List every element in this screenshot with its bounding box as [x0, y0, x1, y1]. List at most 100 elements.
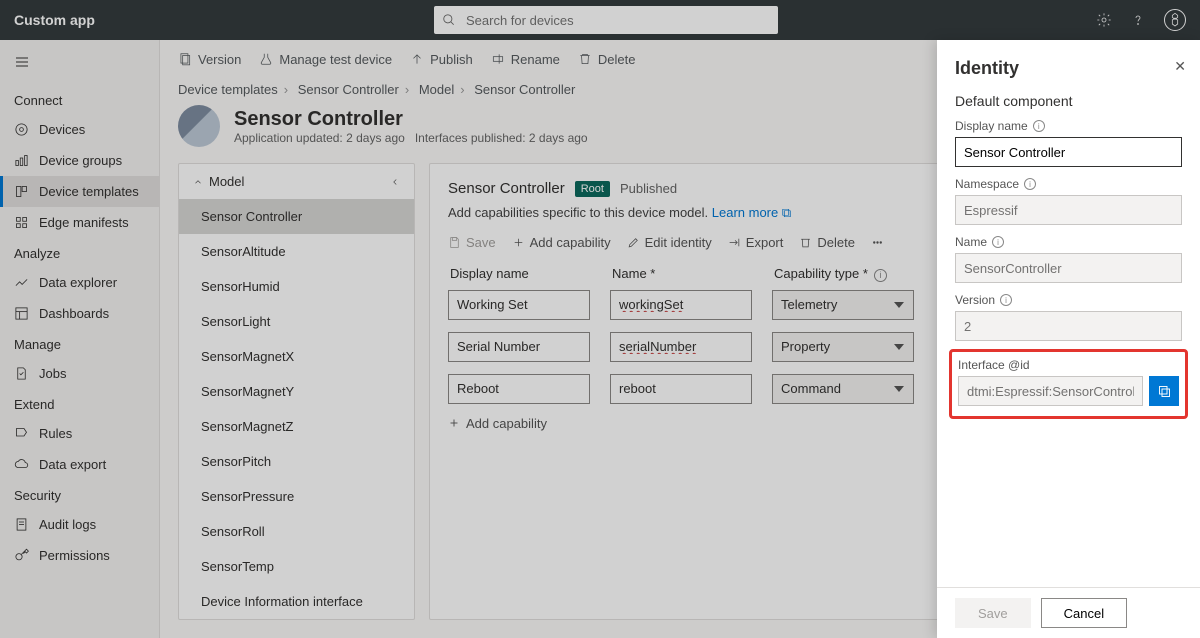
- version-button[interactable]: Version: [178, 52, 241, 67]
- crumb-templates[interactable]: Device templates: [178, 82, 278, 97]
- topbar-actions: [1096, 9, 1186, 31]
- edit-identity-button[interactable]: Edit identity: [627, 235, 712, 250]
- interfaces-label: Interfaces published: 2 days ago: [415, 131, 588, 145]
- nav-data-explorer[interactable]: Data explorer: [0, 267, 159, 298]
- rename-button[interactable]: Rename: [491, 52, 560, 67]
- learn-more-link[interactable]: Learn more ⧉: [712, 205, 791, 220]
- model-row[interactable]: SensorRoll: [179, 514, 414, 549]
- model-row[interactable]: SensorMagnetX: [179, 339, 414, 374]
- export-button[interactable]: Export: [728, 235, 784, 250]
- menu-toggle[interactable]: [0, 48, 159, 79]
- display-input[interactable]: [448, 374, 590, 404]
- col-type: Capability type *i: [774, 266, 916, 282]
- nav-header-extend: Extend: [0, 389, 159, 418]
- app-title: Custom app: [14, 12, 95, 28]
- name-input[interactable]: [610, 332, 752, 362]
- save-button[interactable]: Save: [448, 235, 496, 250]
- flyout-footer: Save Cancel: [937, 587, 1200, 638]
- interface-id-input: [958, 376, 1143, 406]
- add-capability-button[interactable]: Add capability: [512, 235, 611, 250]
- highlight-box: Interface @id: [949, 349, 1188, 419]
- nav-jobs[interactable]: Jobs: [0, 358, 159, 389]
- model-row[interactable]: Sensor Controller: [179, 199, 414, 234]
- nav-edge-manifests[interactable]: Edge manifests: [0, 207, 159, 238]
- left-nav: Connect Devices Device groups Device tem…: [0, 40, 160, 638]
- info-icon[interactable]: i: [874, 269, 887, 282]
- crumb-leaf: Sensor Controller: [474, 82, 575, 97]
- flyout-subtitle: Default component: [955, 93, 1182, 109]
- info-icon[interactable]: i: [1024, 178, 1036, 190]
- model-row[interactable]: SensorMagnetY: [179, 374, 414, 409]
- model-row[interactable]: SensorPitch: [179, 444, 414, 479]
- model-header: Model: [209, 174, 244, 189]
- page-title: Sensor Controller: [234, 108, 588, 131]
- model-row[interactable]: SensorAltitude: [179, 234, 414, 269]
- nav-audit-logs[interactable]: Audit logs: [0, 509, 159, 540]
- model-row[interactable]: Device Information interface: [179, 584, 414, 619]
- namespace-input: [955, 195, 1182, 225]
- crumb-sensor[interactable]: Sensor Controller: [298, 82, 399, 97]
- nav-header-security: Security: [0, 480, 159, 509]
- display-name-input[interactable]: [955, 137, 1182, 167]
- info-icon[interactable]: i: [992, 236, 1004, 248]
- flyout-title: Identity: [955, 58, 1182, 79]
- search-input[interactable]: [464, 12, 770, 29]
- model-row[interactable]: SensorTemp: [179, 549, 414, 584]
- id-label: Interface @id: [958, 358, 1030, 372]
- search-icon: [442, 13, 456, 27]
- cap-delete-button[interactable]: Delete: [799, 235, 855, 250]
- account-icon[interactable]: [1164, 9, 1186, 31]
- nav-header-analyze: Analyze: [0, 238, 159, 267]
- component-name: Sensor Controller: [448, 180, 565, 197]
- model-panel: Model Sensor Controller SensorAltitude S…: [178, 163, 415, 620]
- crumb-model[interactable]: Model: [419, 82, 454, 97]
- copy-icon: [1157, 384, 1172, 399]
- type-select[interactable]: Command: [772, 374, 914, 404]
- name-input: [955, 253, 1182, 283]
- gear-icon[interactable]: [1096, 12, 1112, 28]
- save-button[interactable]: Save: [955, 598, 1031, 628]
- nav-device-groups[interactable]: Device groups: [0, 145, 159, 176]
- name-input[interactable]: [610, 374, 752, 404]
- nav-devices[interactable]: Devices: [0, 114, 159, 145]
- version-input: [955, 311, 1182, 341]
- nav-device-templates[interactable]: Device templates: [0, 176, 159, 207]
- model-list: Sensor Controller SensorAltitude SensorH…: [179, 199, 414, 619]
- help-icon[interactable]: [1130, 12, 1146, 28]
- publish-button[interactable]: Publish: [410, 52, 473, 67]
- nav-header-connect: Connect: [0, 85, 159, 114]
- model-row[interactable]: SensorPressure: [179, 479, 414, 514]
- display-label: Display name: [955, 119, 1028, 133]
- cancel-button[interactable]: Cancel: [1041, 598, 1127, 628]
- name-label: Name: [955, 235, 987, 249]
- model-row[interactable]: SensorLight: [179, 304, 414, 339]
- model-row[interactable]: SensorMagnetZ: [179, 409, 414, 444]
- nav-header-manage: Manage: [0, 329, 159, 358]
- more-button[interactable]: [871, 236, 884, 249]
- identity-flyout: Identity ✕ Default component Display nam…: [937, 40, 1200, 638]
- type-select[interactable]: Telemetry: [772, 290, 914, 320]
- search-box[interactable]: [434, 6, 778, 34]
- info-icon[interactable]: i: [1000, 294, 1012, 306]
- model-row[interactable]: SensorHumid: [179, 269, 414, 304]
- close-icon[interactable]: ✕: [1174, 58, 1186, 75]
- chevron-up-icon[interactable]: [193, 177, 203, 187]
- ns-label: Namespace: [955, 177, 1019, 191]
- copy-button[interactable]: [1149, 376, 1179, 406]
- nav-permissions[interactable]: Permissions: [0, 540, 159, 571]
- delete-button[interactable]: Delete: [578, 52, 636, 67]
- info-icon[interactable]: i: [1033, 120, 1045, 132]
- display-input[interactable]: [448, 332, 590, 362]
- updated-label: Application updated: 2 days ago: [234, 131, 405, 145]
- col-name: Name *: [612, 266, 774, 282]
- top-bar: Custom app: [0, 0, 1200, 40]
- type-select[interactable]: Property: [772, 332, 914, 362]
- name-input[interactable]: [610, 290, 752, 320]
- nav-rules[interactable]: Rules: [0, 418, 159, 449]
- manage-test-button[interactable]: Manage test device: [259, 52, 392, 67]
- chevron-left-icon[interactable]: [390, 177, 400, 187]
- nav-dashboards[interactable]: Dashboards: [0, 298, 159, 329]
- nav-data-export[interactable]: Data export: [0, 449, 159, 480]
- display-input[interactable]: [448, 290, 590, 320]
- col-display: Display name: [450, 266, 612, 282]
